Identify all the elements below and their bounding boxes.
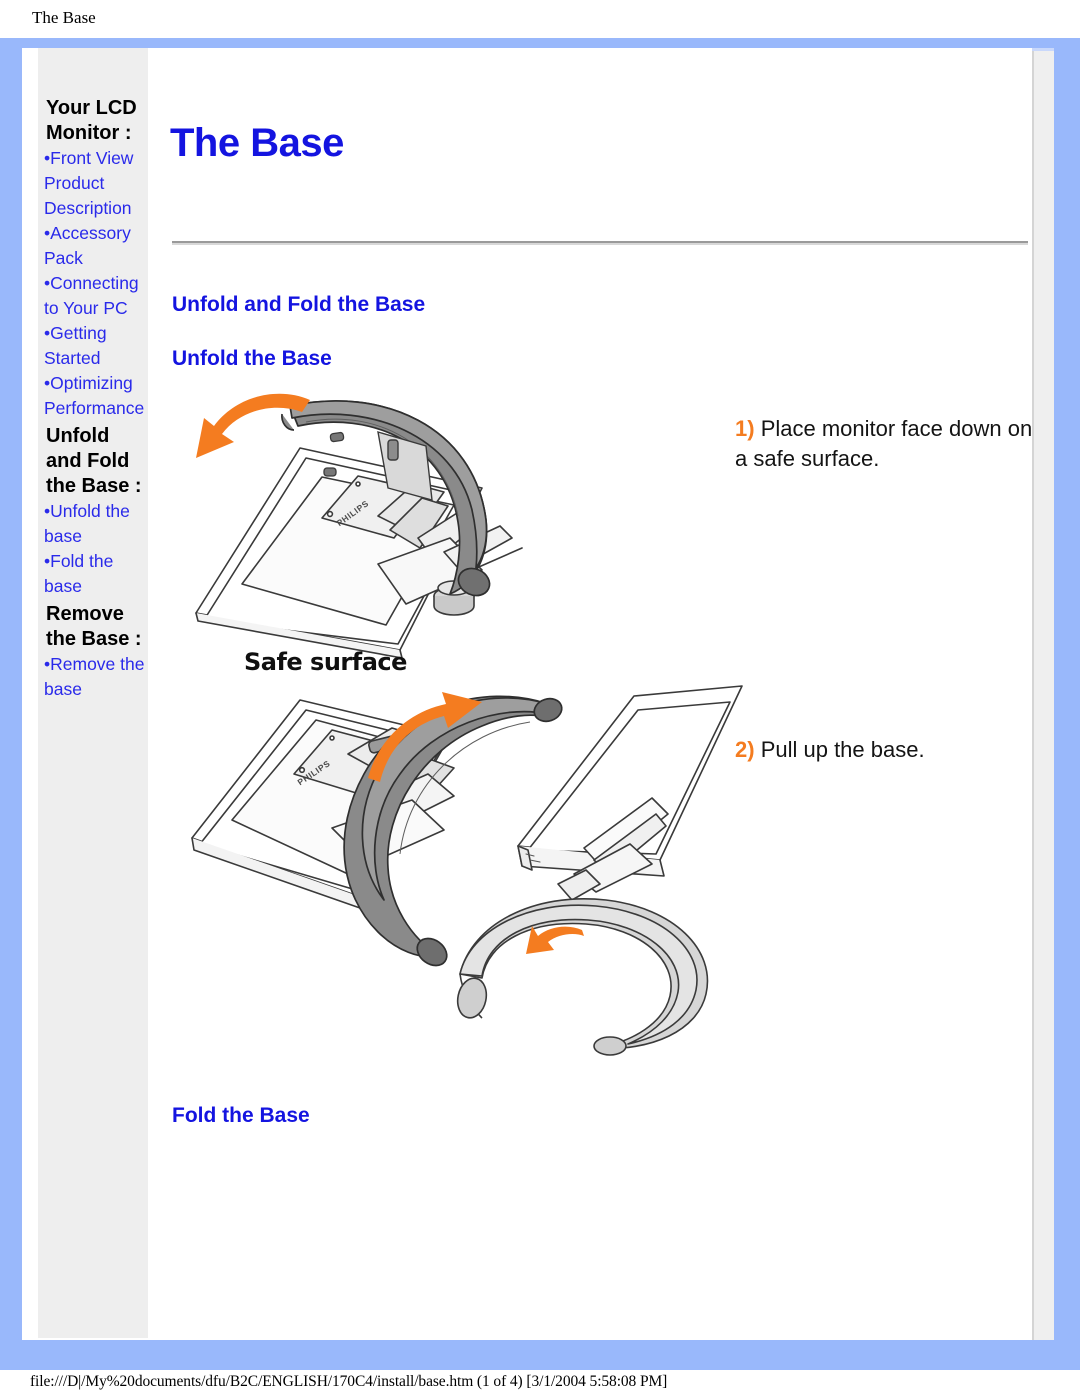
sidebar-navigation: Your LCD Monitor : •Front View Product D…	[38, 48, 148, 1338]
sidebar-item-front-view-product-description[interactable]: •Front View Product Description	[38, 146, 148, 221]
sidebar-item-optimizing-performance[interactable]: •Optimizing Performance	[38, 371, 148, 421]
sidebar-group-title-line: Monitor :	[46, 122, 132, 144]
section-heading-unfold-and-fold-the-base: Unfold and Fold the Base	[172, 293, 426, 316]
sidebar-group-title-line: Unfold	[46, 425, 110, 447]
page-title: The Base	[170, 121, 344, 165]
sidebar-group-title-line: Remove	[46, 603, 124, 625]
browser-page-frame: Your LCD Monitor : •Front View Product D…	[0, 38, 1080, 1370]
sidebar-item-label-line: •Connecting	[44, 273, 139, 293]
print-footer: file:///D|/My%20documents/dfu/B2C/ENGLIS…	[0, 1370, 1080, 1397]
sidebar-item-remove-the-base[interactable]: •Remove the base	[38, 652, 148, 702]
figure-pull-up-base: PHILIPS	[191, 685, 743, 1056]
rotation-arrow-icon	[196, 393, 310, 458]
figure-label-safe-surface: Safe surface	[244, 648, 407, 676]
main-content: The Base Unfold and Fold the Base Unfold…	[152, 48, 1032, 1340]
sidebar-item-label-line: Description	[44, 198, 132, 218]
sidebar-item-label-line: •Accessory	[44, 223, 131, 243]
sidebar-item-label-line: •Unfold the	[44, 501, 130, 521]
print-header: The Base	[0, 0, 1080, 38]
sidebar-item-fold-the-base[interactable]: •Fold the base	[38, 549, 148, 599]
sidebar-group-title-unfold-and-fold-the-base: Unfold and Fold the Base :	[38, 424, 148, 499]
section-heading-unfold-the-base: Unfold the Base	[172, 347, 332, 370]
document-canvas: Your LCD Monitor : •Front View Product D…	[22, 48, 1054, 1340]
sidebar-group-title-line: Your LCD	[46, 97, 137, 119]
sidebar-group-title-line: and Fold	[46, 450, 130, 472]
step-1-number: 1)	[735, 416, 755, 441]
sidebar-item-label-line: •Optimizing	[44, 373, 133, 393]
sidebar-item-connecting-to-your-pc[interactable]: •Connecting to Your PC	[38, 271, 148, 321]
sidebar-item-label-line: to Your PC	[44, 298, 128, 318]
step-1: 1) Place monitor face down on a safe sur…	[735, 414, 1035, 474]
step-1-text: Place monitor face down on a safe surfac…	[735, 416, 1033, 471]
title-divider	[172, 241, 1028, 245]
scrollbar-cap	[1032, 48, 1054, 51]
sidebar-item-getting-started[interactable]: •Getting Started	[38, 321, 148, 371]
figure-monitor-face-down: PHILIPS	[195, 393, 523, 659]
vertical-scrollbar[interactable]	[1032, 48, 1054, 1340]
sidebar-item-label-line: Pack	[44, 248, 83, 268]
section-heading-fold-the-base: Fold the Base	[172, 1104, 310, 1127]
sidebar-item-label-line: •Fold the	[44, 551, 114, 571]
sidebar-group-title-line: the Base :	[46, 628, 142, 650]
sidebar-item-label-line: •Remove the	[44, 654, 145, 674]
sidebar-item-unfold-the-base[interactable]: •Unfold the base	[38, 499, 148, 549]
sidebar-item-label-line: Product	[44, 173, 105, 193]
sidebar-group-title-line: the Base :	[46, 475, 142, 497]
sidebar-item-label-line: base	[44, 526, 82, 546]
step-2-text: Pull up the base.	[760, 737, 925, 762]
sidebar-item-label-line: •Front View	[44, 148, 134, 168]
sidebar-item-label-line: Performance	[44, 398, 145, 418]
sidebar-group-title-your-lcd-monitor: Your LCD Monitor :	[38, 96, 148, 146]
sidebar-item-label-line: Started	[44, 348, 101, 368]
sidebar-item-label-line: base	[44, 576, 82, 596]
sidebar-item-accessory-pack[interactable]: •Accessory Pack	[38, 221, 148, 271]
sidebar-item-label-line: •Getting	[44, 323, 107, 343]
print-footer-path: file:///D|/My%20documents/dfu/B2C/ENGLIS…	[30, 1373, 668, 1390]
print-header-title: The Base	[32, 8, 96, 27]
rotation-arrow-icon-right	[526, 926, 584, 954]
sidebar-group-title-remove-the-base: Remove the Base :	[38, 602, 148, 652]
sidebar-item-label-line: base	[44, 679, 82, 699]
